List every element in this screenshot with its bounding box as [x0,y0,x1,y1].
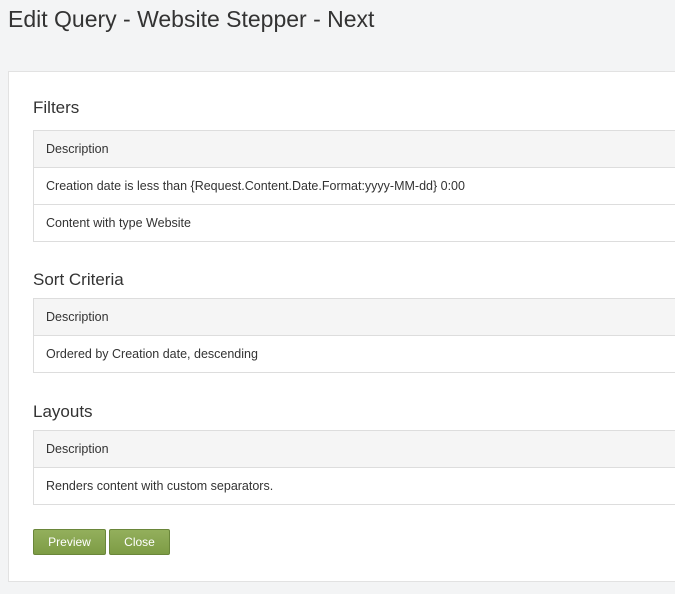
table-row: Ordered by Creation date, descending [33,335,675,373]
layouts-table: Description Renders content with custom … [33,430,675,505]
filters-header-row: Description [33,130,675,168]
sort-criteria-heading: Sort Criteria [33,270,124,289]
query-details-panel: Filters Description Creation date is les… [8,71,675,582]
filters-heading: Filters [33,98,80,117]
preview-button[interactable]: Preview [33,529,106,555]
filters-table: Description Creation date is less than {… [33,130,675,242]
filter-description-cell: Content with type Website [33,204,675,242]
table-row: Creation date is less than {Request.Cont… [33,167,675,205]
filters-description-column-header[interactable]: Description [33,130,675,168]
layouts-description-column-header[interactable]: Description [33,430,675,468]
layouts-heading: Layouts [33,402,93,421]
table-row: Renders content with custom separators. [33,467,675,505]
close-button[interactable]: Close [109,529,170,555]
layout-description-cell: Renders content with custom separators. [33,467,675,505]
sort-criteria-description-cell: Ordered by Creation date, descending [33,335,675,373]
layouts-header-row: Description [33,430,675,468]
page-title: Edit Query - Website Stepper - Next [8,6,375,32]
sort-criteria-description-column-header[interactable]: Description [33,298,675,336]
table-row: Content with type Website [33,204,675,242]
sort-criteria-header-row: Description [33,298,675,336]
sort-criteria-table: Description Ordered by Creation date, de… [33,298,675,373]
filter-description-cell: Creation date is less than {Request.Cont… [33,167,675,205]
